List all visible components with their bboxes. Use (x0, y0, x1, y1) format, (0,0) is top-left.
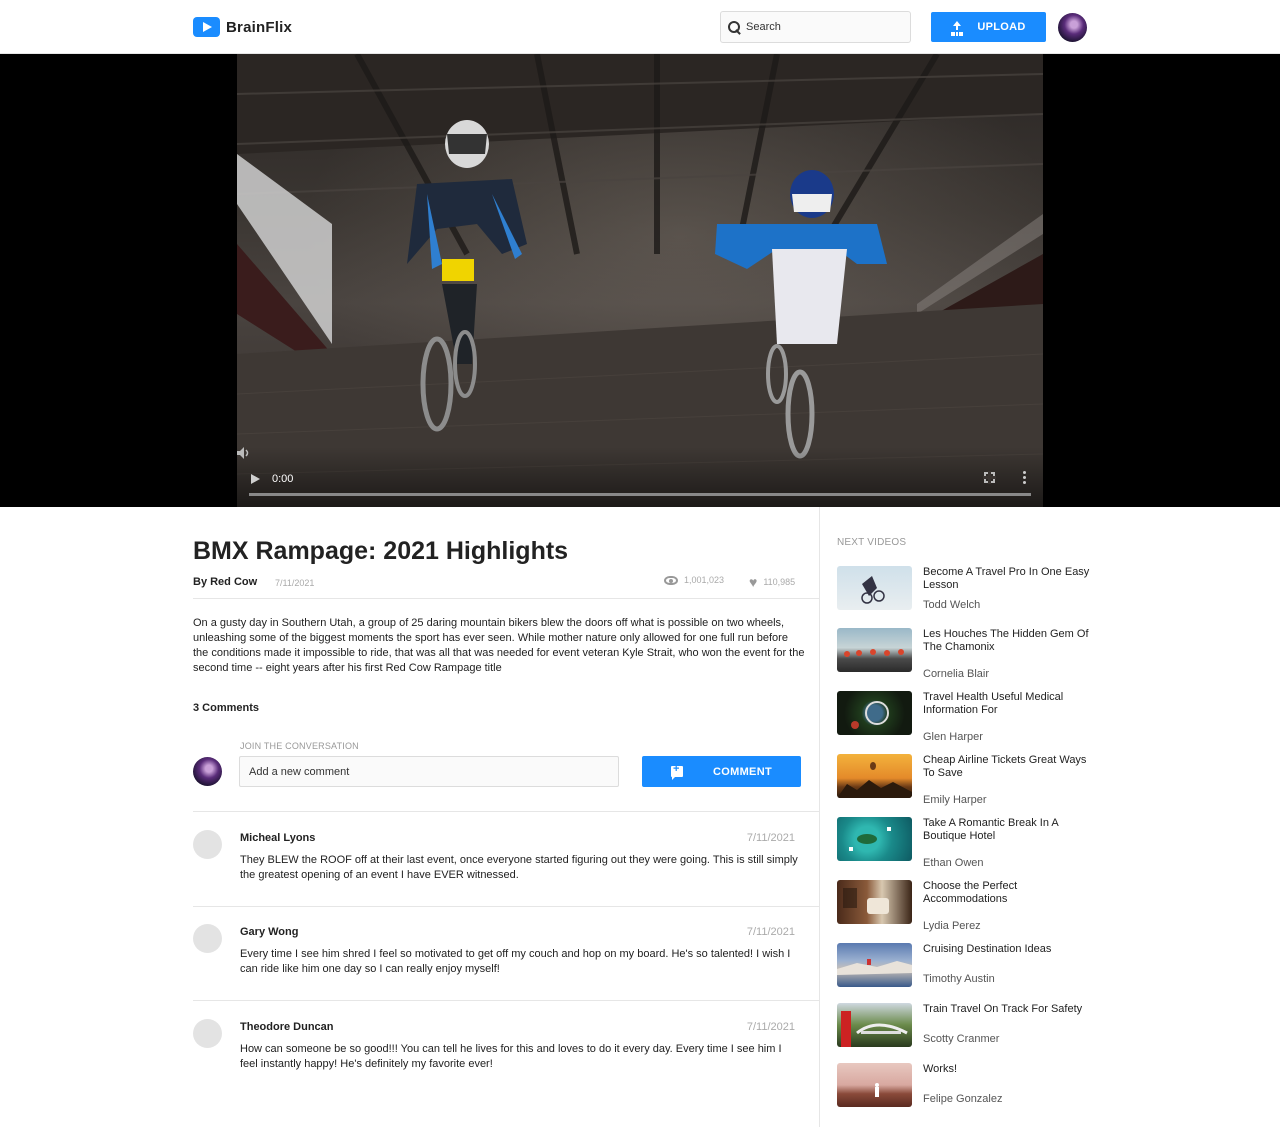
commenter-name: Theodore Duncan (240, 1021, 334, 1033)
commenter-name: Micheal Lyons (240, 832, 316, 844)
video-player-container: 0:00 (0, 54, 1280, 507)
comment-item: Theodore Duncan 7/11/2021 How can someon… (193, 1001, 819, 1096)
next-video-title[interactable]: Cruising Destination Ideas (923, 943, 1091, 956)
upload-date: 7/11/2021 (275, 578, 315, 588)
heart-icon[interactable]: ♥ (749, 575, 757, 589)
video-thumbnail[interactable] (837, 1063, 912, 1107)
next-video-author: Timothy Austin (923, 973, 995, 985)
next-video-item[interactable]: Travel Health Useful Medical Information… (837, 691, 1097, 743)
upload-button[interactable]: UPLOAD (931, 12, 1046, 42)
next-video-author: Ethan Owen (923, 857, 984, 869)
commenter-avatar (193, 830, 222, 859)
next-video-author: Cornelia Blair (923, 668, 990, 680)
volume-icon[interactable] (237, 447, 251, 459)
next-video-title[interactable]: Become A Travel Pro In One Easy Lesson (923, 566, 1091, 592)
next-video-item[interactable]: Works! Felipe Gonzalez (837, 1063, 1097, 1113)
next-video-title[interactable]: Works! (923, 1063, 1091, 1076)
column-divider (819, 507, 820, 1127)
comment-input[interactable] (239, 756, 619, 787)
commenter-avatar (193, 1019, 222, 1048)
next-video-title[interactable]: Train Travel On Track For Safety (923, 1003, 1091, 1016)
comment-date: 7/11/2021 (746, 832, 795, 844)
next-video-item[interactable]: Cruising Destination Ideas Timothy Austi… (837, 943, 1097, 993)
video-thumbnail[interactable] (837, 943, 912, 987)
current-user-avatar (193, 757, 222, 786)
next-video-title[interactable]: Take A Romantic Break In A Boutique Hote… (923, 817, 1091, 843)
video-thumbnail[interactable] (837, 880, 912, 924)
video-thumbnail[interactable] (837, 754, 912, 798)
video-frame-image (237, 54, 1043, 507)
next-video-title[interactable]: Travel Health Useful Medical Information… (923, 691, 1091, 717)
search-box[interactable] (720, 11, 911, 43)
fullscreen-icon[interactable] (983, 471, 996, 484)
player-controls: 0:00 (237, 447, 1043, 507)
video-thumbnail[interactable] (837, 566, 912, 610)
commenter-avatar (193, 924, 222, 953)
next-videos-heading: NEXT VIDEOS (837, 537, 907, 548)
video-thumbnail[interactable] (837, 691, 912, 735)
comment-date: 7/11/2021 (746, 926, 795, 938)
join-conversation-label: JOIN THE CONVERSATION (240, 741, 359, 751)
video-player[interactable]: 0:00 (237, 54, 1043, 507)
play-logo-icon (193, 17, 220, 37)
more-options-icon[interactable] (1023, 471, 1026, 484)
video-title: BMX Rampage: 2021 Highlights (193, 537, 569, 565)
upload-icon (951, 20, 963, 34)
current-time: 0:00 (272, 473, 294, 485)
upload-label: UPLOAD (977, 21, 1026, 33)
comment-item: Micheal Lyons 7/11/2021 They BLEW the RO… (193, 812, 819, 907)
next-video-author: Lydia Perez (923, 920, 981, 932)
site-header: BrainFlix UPLOAD (0, 0, 1280, 54)
next-video-item[interactable]: Train Travel On Track For Safety Scotty … (837, 1003, 1097, 1053)
like-count[interactable]: ♥ 110,985 (749, 575, 795, 589)
next-video-author: Scotty Cranmer (923, 1033, 1000, 1045)
brand-name: BrainFlix (226, 18, 292, 36)
next-video-title[interactable]: Choose the Perfect Accommodations (923, 880, 1091, 906)
search-input[interactable] (746, 21, 896, 33)
views-value: 1,001,023 (684, 575, 725, 585)
next-video-author: Felipe Gonzalez (923, 1093, 1003, 1105)
next-video-title[interactable]: Les Houches The Hidden Gem Of The Chamon… (923, 628, 1091, 654)
comment-button-label: COMMENT (713, 765, 772, 778)
next-video-item[interactable]: Choose the Perfect Accommodations Lydia … (837, 880, 1097, 932)
brand-logo[interactable]: BrainFlix (193, 17, 292, 37)
comment-text: They BLEW the ROOF off at their last eve… (240, 854, 798, 881)
video-thumbnail[interactable] (837, 1003, 912, 1047)
next-video-item[interactable]: Take A Romantic Break In A Boutique Hote… (837, 817, 1097, 869)
play-icon[interactable] (251, 474, 260, 484)
progress-bar[interactable] (249, 493, 1031, 496)
next-video-item[interactable]: Les Houches The Hidden Gem Of The Chamon… (837, 628, 1097, 680)
likes-value: 110,985 (763, 577, 796, 587)
view-count: 1,001,023 (664, 575, 724, 585)
video-thumbnail[interactable] (837, 628, 912, 672)
comment-button[interactable]: COMMENT (642, 756, 801, 787)
next-video-author: Todd Welch (923, 599, 981, 611)
video-description: On a gusty day in Southern Utah, a group… (193, 617, 805, 674)
user-avatar[interactable] (1058, 13, 1087, 42)
comments-count: 3 Comments (193, 702, 260, 714)
divider (193, 598, 819, 599)
next-video-title[interactable]: Cheap Airline Tickets Great Ways To Save (923, 754, 1091, 780)
search-icon (728, 20, 741, 34)
comment-item: Gary Wong 7/11/2021 Every time I see him… (193, 906, 819, 1001)
next-video-author: Emily Harper (923, 794, 987, 806)
eye-icon (664, 575, 678, 585)
add-comment-icon (671, 763, 684, 780)
video-thumbnail[interactable] (837, 817, 912, 861)
comment-text: How can someone be so good!!! You can te… (240, 1043, 782, 1070)
next-video-item[interactable]: Become A Travel Pro In One Easy Lesson T… (837, 566, 1097, 616)
comment-date: 7/11/2021 (746, 1021, 795, 1033)
commenter-name: Gary Wong (240, 926, 299, 938)
comment-text: Every time I see him shred I feel so mot… (240, 948, 791, 975)
next-video-item[interactable]: Cheap Airline Tickets Great Ways To Save… (837, 754, 1097, 806)
next-video-author: Glen Harper (923, 731, 983, 743)
channel-name[interactable]: By Red Cow (193, 576, 257, 588)
